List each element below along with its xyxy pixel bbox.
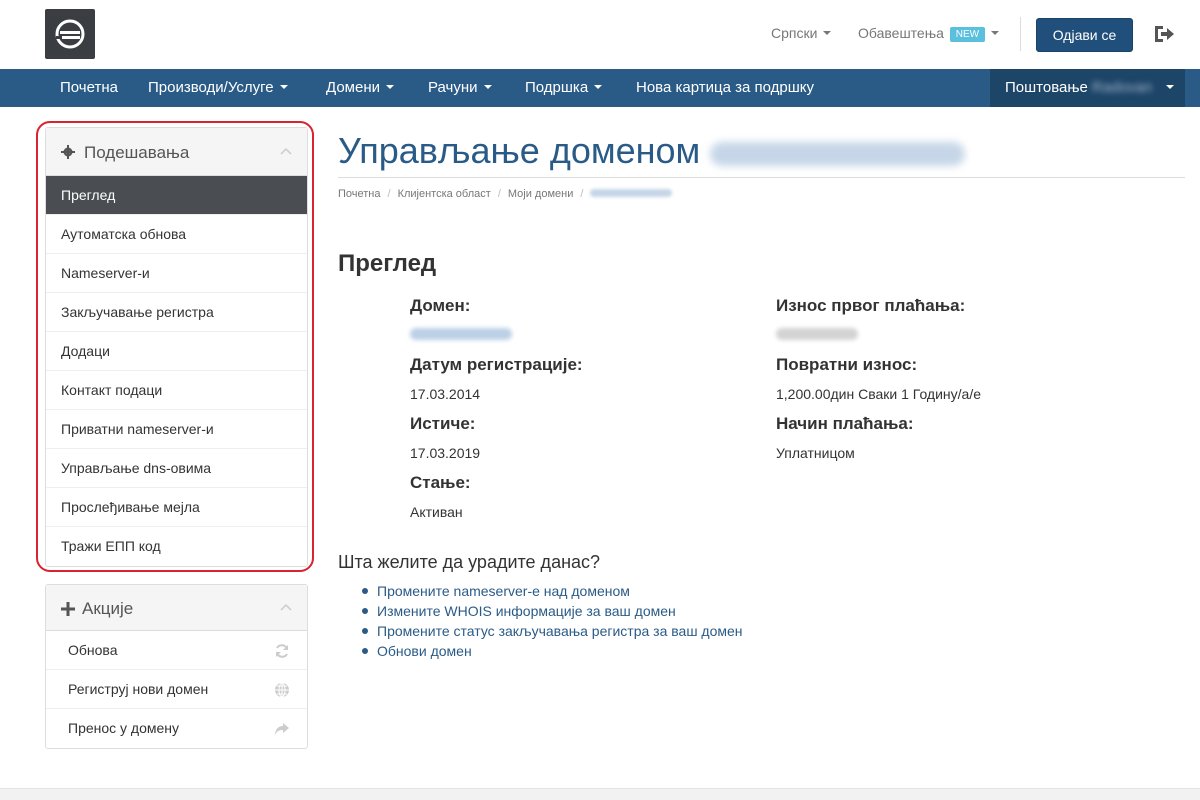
- action-register-domain[interactable]: Региструј нови домен: [46, 670, 307, 709]
- status-label: Стање:: [410, 473, 471, 492]
- sidebar-item-epp-code[interactable]: Тражи ЕПП код: [46, 527, 307, 566]
- footer-strip: [0, 788, 1200, 800]
- action-register-label: Региструј нови домен: [68, 681, 209, 697]
- breadcrumb-client-area[interactable]: Клијентска област: [398, 188, 491, 200]
- section-title: Преглед: [338, 250, 437, 277]
- share-arrow-icon: [275, 723, 289, 735]
- sidebar-item-autorenew[interactable]: Аутоматска обнова: [46, 215, 307, 254]
- link-edit-whois[interactable]: Измените WHOIS информације за ваш домен: [362, 601, 743, 621]
- language-label: Српски: [771, 25, 818, 41]
- new-badge: NEW: [949, 27, 986, 42]
- settings-panel-title: Подешавања: [84, 143, 190, 162]
- sidebar-item-nameservers[interactable]: Nameserver-и: [46, 254, 307, 293]
- sign-out-icon[interactable]: [1153, 24, 1175, 44]
- status-value: Активан: [410, 504, 463, 520]
- nav-support-label: Подршка: [525, 79, 589, 96]
- breadcrumb: Почетна / Клијентска област / Моји домени /: [338, 188, 673, 200]
- action-transfer-label: Пренос у домену: [68, 720, 180, 736]
- link-registrar-lock[interactable]: Промените статус закључавања регистра за…: [362, 621, 743, 641]
- nav-domains-label: Домени: [326, 79, 380, 96]
- expires-value: 17.03.2019: [410, 445, 481, 461]
- header-divider: [1020, 17, 1021, 51]
- caret-down-icon: [279, 85, 288, 89]
- caret-down-icon: [483, 85, 492, 89]
- caret-down-icon: [823, 31, 832, 35]
- top-header: Српски Обавештења NEW Одјави се: [0, 0, 1200, 69]
- page-title: Управљање доменом: [338, 130, 701, 171]
- gear-icon: [61, 145, 75, 159]
- account-greeting: Поштовање: [1005, 79, 1088, 96]
- nav-domains[interactable]: Домени: [326, 69, 394, 107]
- notifications-label: Обавештења: [858, 25, 944, 41]
- sidebar-item-addons[interactable]: Додаци: [46, 332, 307, 371]
- globe-icon: [275, 682, 289, 698]
- chevron-up-icon: [280, 603, 292, 611]
- main-navbar: Почетна Производи/Услуге Домени Рачуни П…: [0, 69, 1200, 107]
- nav-new-ticket[interactable]: Нова картица за подршку: [636, 69, 814, 107]
- language-selector[interactable]: Српски: [771, 25, 832, 41]
- nav-new-ticket-label: Нова картица за подршку: [636, 79, 814, 96]
- actions-panel-header[interactable]: Акције: [46, 585, 307, 631]
- action-renew-label: Обнова: [68, 642, 118, 658]
- sidebar-item-dns-management[interactable]: Управљање dns-овима: [46, 449, 307, 488]
- settings-panel-header[interactable]: Подешавања: [46, 128, 307, 176]
- nav-billing-label: Рачуни: [428, 79, 478, 96]
- payment-method-label: Начин плаћања:: [776, 414, 914, 433]
- domain-value-redacted: [410, 328, 512, 340]
- caret-down-icon: [386, 85, 394, 89]
- refresh-icon: [276, 644, 288, 658]
- breadcrumb-separator: /: [580, 188, 584, 200]
- breadcrumb-domain-redacted: [590, 189, 673, 197]
- account-menu[interactable]: Поштовање Radovan: [990, 69, 1185, 107]
- chevron-up-icon: [280, 147, 292, 155]
- title-divider: [338, 177, 1185, 178]
- nav-products-label: Производи/Услуге: [148, 79, 274, 96]
- first-payment-value-redacted: [776, 328, 858, 340]
- reg-date-value: 17.03.2014: [410, 386, 481, 402]
- settings-panel: Подешавања Преглед Аутоматска обнова Nam…: [45, 127, 308, 567]
- todo-title: Шта желите да урадите данас?: [338, 552, 601, 572]
- account-username: Radovan: [1092, 79, 1153, 96]
- recurring-value: 1,200.00дин Сваки 1 Годину/а/е: [776, 386, 981, 402]
- todo-list: Промените nameserver-е над доменом Измен…: [362, 581, 743, 661]
- breadcrumb-separator: /: [497, 188, 501, 200]
- domain-label: Домен:: [410, 296, 471, 315]
- expires-label: Истиче:: [410, 414, 476, 433]
- payment-method-value: Уплатницом: [776, 445, 855, 461]
- notifications-menu[interactable]: Обавештења NEW: [858, 25, 1000, 42]
- actions-panel: Акције Обнова Региструј нови домен Прено…: [45, 584, 308, 749]
- recurring-label: Повратни износ:: [776, 355, 918, 374]
- breadcrumb-my-domains[interactable]: Моји домени: [508, 188, 573, 200]
- breadcrumb-home[interactable]: Почетна: [338, 188, 381, 200]
- nav-support[interactable]: Подршка: [525, 69, 603, 107]
- sidebar-item-private-ns[interactable]: Приватни nameserver-и: [46, 410, 307, 449]
- caret-down-icon: [991, 31, 1000, 35]
- nav-home[interactable]: Почетна: [60, 69, 118, 107]
- domain-name-redacted: [710, 136, 965, 168]
- link-renew-domain[interactable]: Обнови домен: [362, 641, 743, 661]
- logout-button[interactable]: Одјави се: [1036, 18, 1133, 52]
- caret-down-icon: [1166, 85, 1175, 89]
- nav-products[interactable]: Производи/Услуге: [148, 69, 288, 107]
- breadcrumb-separator: /: [387, 188, 391, 200]
- nav-billing[interactable]: Рачуни: [428, 69, 492, 107]
- brand-logo-icon: [55, 19, 85, 49]
- first-payment-label: Износ првог плаћања:: [776, 296, 966, 315]
- sidebar-item-contacts[interactable]: Контакт подаци: [46, 371, 307, 410]
- sidebar-item-overview[interactable]: Преглед: [46, 176, 307, 215]
- plus-icon: [61, 602, 75, 616]
- caret-down-icon: [594, 85, 603, 89]
- sidebar-item-email-forwarding[interactable]: Прослеђивање мејла: [46, 488, 307, 527]
- actions-panel-title: Акције: [82, 599, 134, 618]
- link-change-nameservers[interactable]: Промените nameserver-е над доменом: [362, 581, 743, 601]
- nav-home-label: Почетна: [60, 79, 118, 96]
- reg-date-label: Датум регистрације:: [410, 355, 583, 374]
- brand-logo[interactable]: [45, 9, 95, 59]
- sidebar-item-registrar-lock[interactable]: Закључавање регистра: [46, 293, 307, 332]
- action-renew[interactable]: Обнова: [46, 631, 307, 670]
- action-transfer-domain[interactable]: Пренос у домену: [46, 709, 307, 748]
